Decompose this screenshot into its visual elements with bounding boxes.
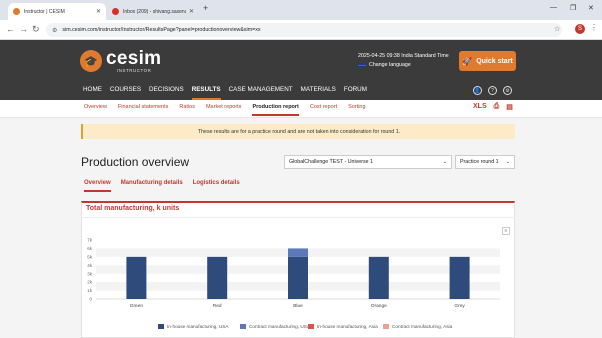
y-tick-label: 5k bbox=[87, 254, 93, 259]
legend-item[interactable]: In-house manufacturing, USA bbox=[158, 324, 229, 329]
x-category-label: Red bbox=[213, 303, 222, 309]
legend-swatch-icon bbox=[383, 324, 389, 329]
bar-blue-series-0[interactable] bbox=[288, 256, 308, 299]
y-tick-label: 1k bbox=[87, 288, 93, 293]
x-category-label: Orange bbox=[371, 303, 387, 309]
x-category-label: Grey bbox=[454, 303, 465, 309]
legend-label: In-house manufacturing, Asia bbox=[317, 324, 378, 329]
legend-swatch-icon bbox=[308, 324, 314, 329]
legend-swatch-icon bbox=[240, 324, 246, 329]
bar-orange-series-0[interactable] bbox=[368, 256, 389, 299]
x-category-label: Green bbox=[130, 303, 144, 309]
y-tick-label: 3k bbox=[87, 271, 93, 276]
y-tick-label: 2k bbox=[87, 280, 93, 285]
legend-swatch-icon bbox=[158, 324, 164, 329]
y-tick-label: 4k bbox=[87, 263, 93, 268]
bar-grey-series-0[interactable] bbox=[449, 256, 470, 299]
bar-blue-series-1[interactable] bbox=[288, 248, 308, 257]
legend-item[interactable]: Contract manufacturing, USA bbox=[240, 324, 310, 329]
manufacturing-bar-chart: 0 1k 2k 3k 4k 5k 6k 7k Green Red Blue Orange Grey bbox=[87, 238, 500, 309]
legend-item[interactable]: In-house manufacturing, Asia bbox=[308, 324, 378, 329]
x-category-label: Blue bbox=[293, 303, 303, 309]
y-tick-label: 6k bbox=[87, 246, 93, 251]
legend-label: Contract manufacturing, Asia bbox=[392, 324, 453, 329]
legend-label: Contract manufacturing, USA bbox=[249, 324, 310, 329]
bar-red-series-0[interactable] bbox=[207, 256, 228, 299]
y-tick-label: 0 bbox=[89, 297, 92, 302]
y-tick-label: 7k bbox=[87, 238, 93, 243]
legend-label: In-house manufacturing, USA bbox=[167, 324, 229, 329]
legend-item[interactable]: Contract manufacturing, Asia bbox=[383, 324, 452, 329]
bar-green-series-0[interactable] bbox=[126, 256, 147, 299]
